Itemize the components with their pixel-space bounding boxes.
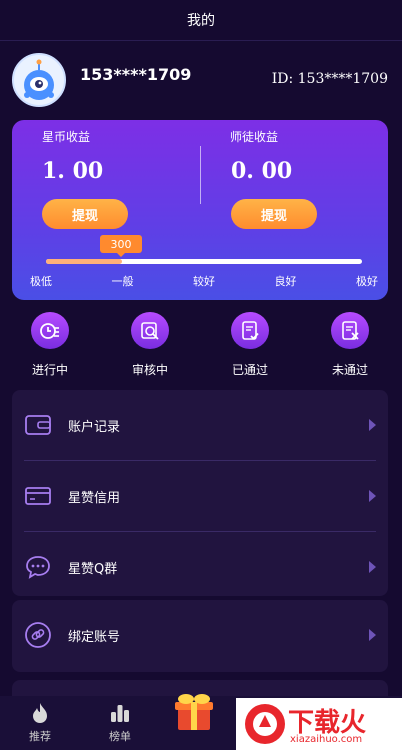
approved-icon — [231, 312, 269, 349]
star-coin-value: 1. 00 — [42, 158, 104, 184]
apprentice-withdraw-button[interactable]: 提现 — [231, 199, 317, 229]
apprentice-label: 师徒收益 — [230, 130, 279, 144]
wallet-icon — [24, 411, 52, 439]
menu-label: 绑定账号 — [68, 629, 121, 645]
status-reviewing[interactable]: 审核中 — [120, 308, 180, 378]
status-label: 进行中 — [31, 363, 68, 377]
menu-card: 账户记录 星赞信用 星赞Q群 — [12, 390, 388, 596]
nav-item-recommend[interactable]: 推荐 — [15, 702, 65, 746]
watermark-logo-icon — [245, 704, 285, 744]
chat-icon — [24, 553, 52, 581]
level-label: 极好 — [356, 275, 378, 288]
user-id: ID: 153****1709 — [271, 71, 388, 87]
reviewing-icon — [131, 312, 169, 349]
flame-icon — [33, 703, 47, 723]
nav-label: 推荐 — [29, 730, 51, 743]
apprentice-value: 0. 00 — [231, 158, 293, 184]
status-label: 未通过 — [331, 363, 368, 377]
menu-item-qq-group[interactable]: 星赞Q群 — [12, 532, 388, 602]
robot-avatar-icon — [24, 59, 54, 100]
nav-item-ranking[interactable]: 榜单 — [95, 702, 145, 746]
star-coin-label: 星币收益 — [42, 130, 91, 144]
username: 153****1709 — [80, 65, 192, 84]
star-coin-withdraw-button[interactable]: 提现 — [42, 199, 128, 229]
status-in-progress[interactable]: 进行中 — [20, 308, 80, 378]
earnings-card: 星币收益 1. 00 提现 师徒收益 0. 00 提现 300 极低 一般 较好… — [12, 120, 388, 300]
level-label: 良好 — [274, 275, 297, 288]
star-coin-earnings: 星币收益 1. 00 提现 — [12, 120, 200, 230]
chevron-right-icon — [369, 629, 376, 641]
page-title: 我的 — [187, 13, 215, 29]
watermark-url: xiazaihuo.com — [290, 734, 363, 745]
menu-label: 星赞信用 — [68, 490, 121, 506]
apprentice-earnings: 师徒收益 0. 00 提现 — [200, 120, 388, 230]
rejected-icon — [331, 312, 369, 349]
status-rejected[interactable]: 未通过 — [320, 308, 380, 378]
level-label: 极低 — [30, 275, 52, 288]
link-icon — [24, 621, 52, 649]
menu-item-bind-account[interactable]: 绑定账号 — [12, 600, 388, 670]
avatar[interactable] — [12, 53, 66, 107]
credit-score-badge: 300 — [100, 235, 142, 257]
menu-label: 账户记录 — [68, 419, 121, 435]
status-label: 审核中 — [131, 363, 168, 377]
level-label: 一般 — [111, 275, 134, 288]
menu-item-account-records[interactable]: 账户记录 — [12, 390, 388, 460]
nav-label: 榜单 — [109, 730, 131, 743]
chevron-right-icon — [369, 561, 376, 573]
menu-label: 星赞Q群 — [68, 561, 118, 577]
gift-box-icon[interactable] — [170, 690, 218, 734]
chevron-right-icon — [369, 419, 376, 431]
watermark: 下载火 xiazaihuo.com — [236, 698, 402, 750]
credit-progress-track — [46, 259, 362, 264]
in-progress-icon — [31, 312, 69, 349]
card-icon — [24, 482, 52, 510]
credit-progress-fill — [46, 259, 122, 264]
menu-item-credit[interactable]: 星赞信用 — [12, 461, 388, 531]
menu-card: 绑定账号 — [12, 600, 388, 672]
task-status-row: 进行中 审核中 已通过 未通过 — [0, 308, 402, 378]
top-bar: 我的 — [0, 0, 402, 41]
status-label: 已通过 — [231, 363, 268, 377]
profile-section: 153****1709 ID: 153****1709 — [0, 41, 402, 119]
status-approved[interactable]: 已通过 — [220, 308, 280, 378]
credit-levels: 极低 一般 较好 良好 极好 — [30, 273, 378, 289]
chevron-right-icon — [369, 490, 376, 502]
bar-chart-icon — [111, 705, 129, 722]
level-label: 较好 — [193, 275, 215, 288]
